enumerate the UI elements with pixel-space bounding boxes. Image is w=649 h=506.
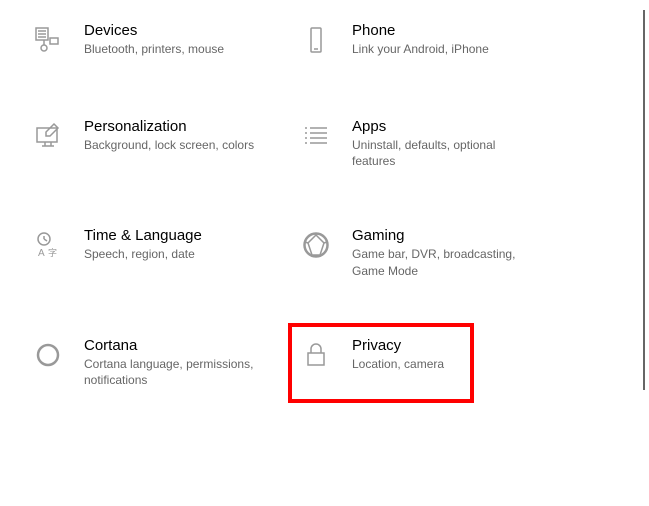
tile-desc: Speech, region, date [84,246,202,262]
personalization-icon [28,116,68,156]
devices-icon [28,20,68,60]
tile-title: Gaming [352,227,542,244]
tile-desc: Background, lock screen, colors [84,137,254,153]
tile-title: Cortana [84,337,274,354]
lock-icon [296,335,336,375]
tile-personalization[interactable]: Personalization Background, lock screen,… [22,112,290,173]
cortana-icon [28,335,68,375]
tile-title: Personalization [84,118,254,135]
svg-text:字: 字 [48,247,57,258]
scrollbar[interactable] [643,10,645,390]
tile-phone[interactable]: Phone Link your Android, iPhone [290,16,558,64]
tile-desc: Game bar, DVR, broadcasting, Game Mode [352,246,542,278]
gaming-icon [296,225,336,265]
tile-title: Time & Language [84,227,202,244]
tile-title: Privacy [352,337,444,354]
tile-cortana[interactable]: Cortana Cortana language, permissions, n… [22,331,290,392]
apps-icon [296,116,336,156]
tile-title: Apps [352,118,542,135]
tile-title: Phone [352,22,489,39]
tile-desc: Location, camera [352,356,444,372]
tile-title: Devices [84,22,224,39]
tile-desc: Cortana language, permissions, notificat… [84,356,274,388]
tile-gaming[interactable]: Gaming Game bar, DVR, broadcasting, Game… [290,221,558,282]
svg-text:A: A [38,248,45,259]
phone-icon [296,20,336,60]
tile-apps[interactable]: Apps Uninstall, defaults, optional featu… [290,112,558,173]
tile-time-language[interactable]: A 字 Time & Language Speech, region, date [22,221,290,282]
time-language-icon: A 字 [28,225,68,265]
tile-desc: Uninstall, defaults, optional features [352,137,542,169]
tile-desc: Bluetooth, printers, mouse [84,41,224,57]
tile-desc: Link your Android, iPhone [352,41,489,57]
tile-devices[interactable]: Devices Bluetooth, printers, mouse [22,16,290,64]
tile-privacy[interactable]: Privacy Location, camera [290,331,558,392]
settings-grid: Devices Bluetooth, printers, mouse Phone… [0,0,649,408]
